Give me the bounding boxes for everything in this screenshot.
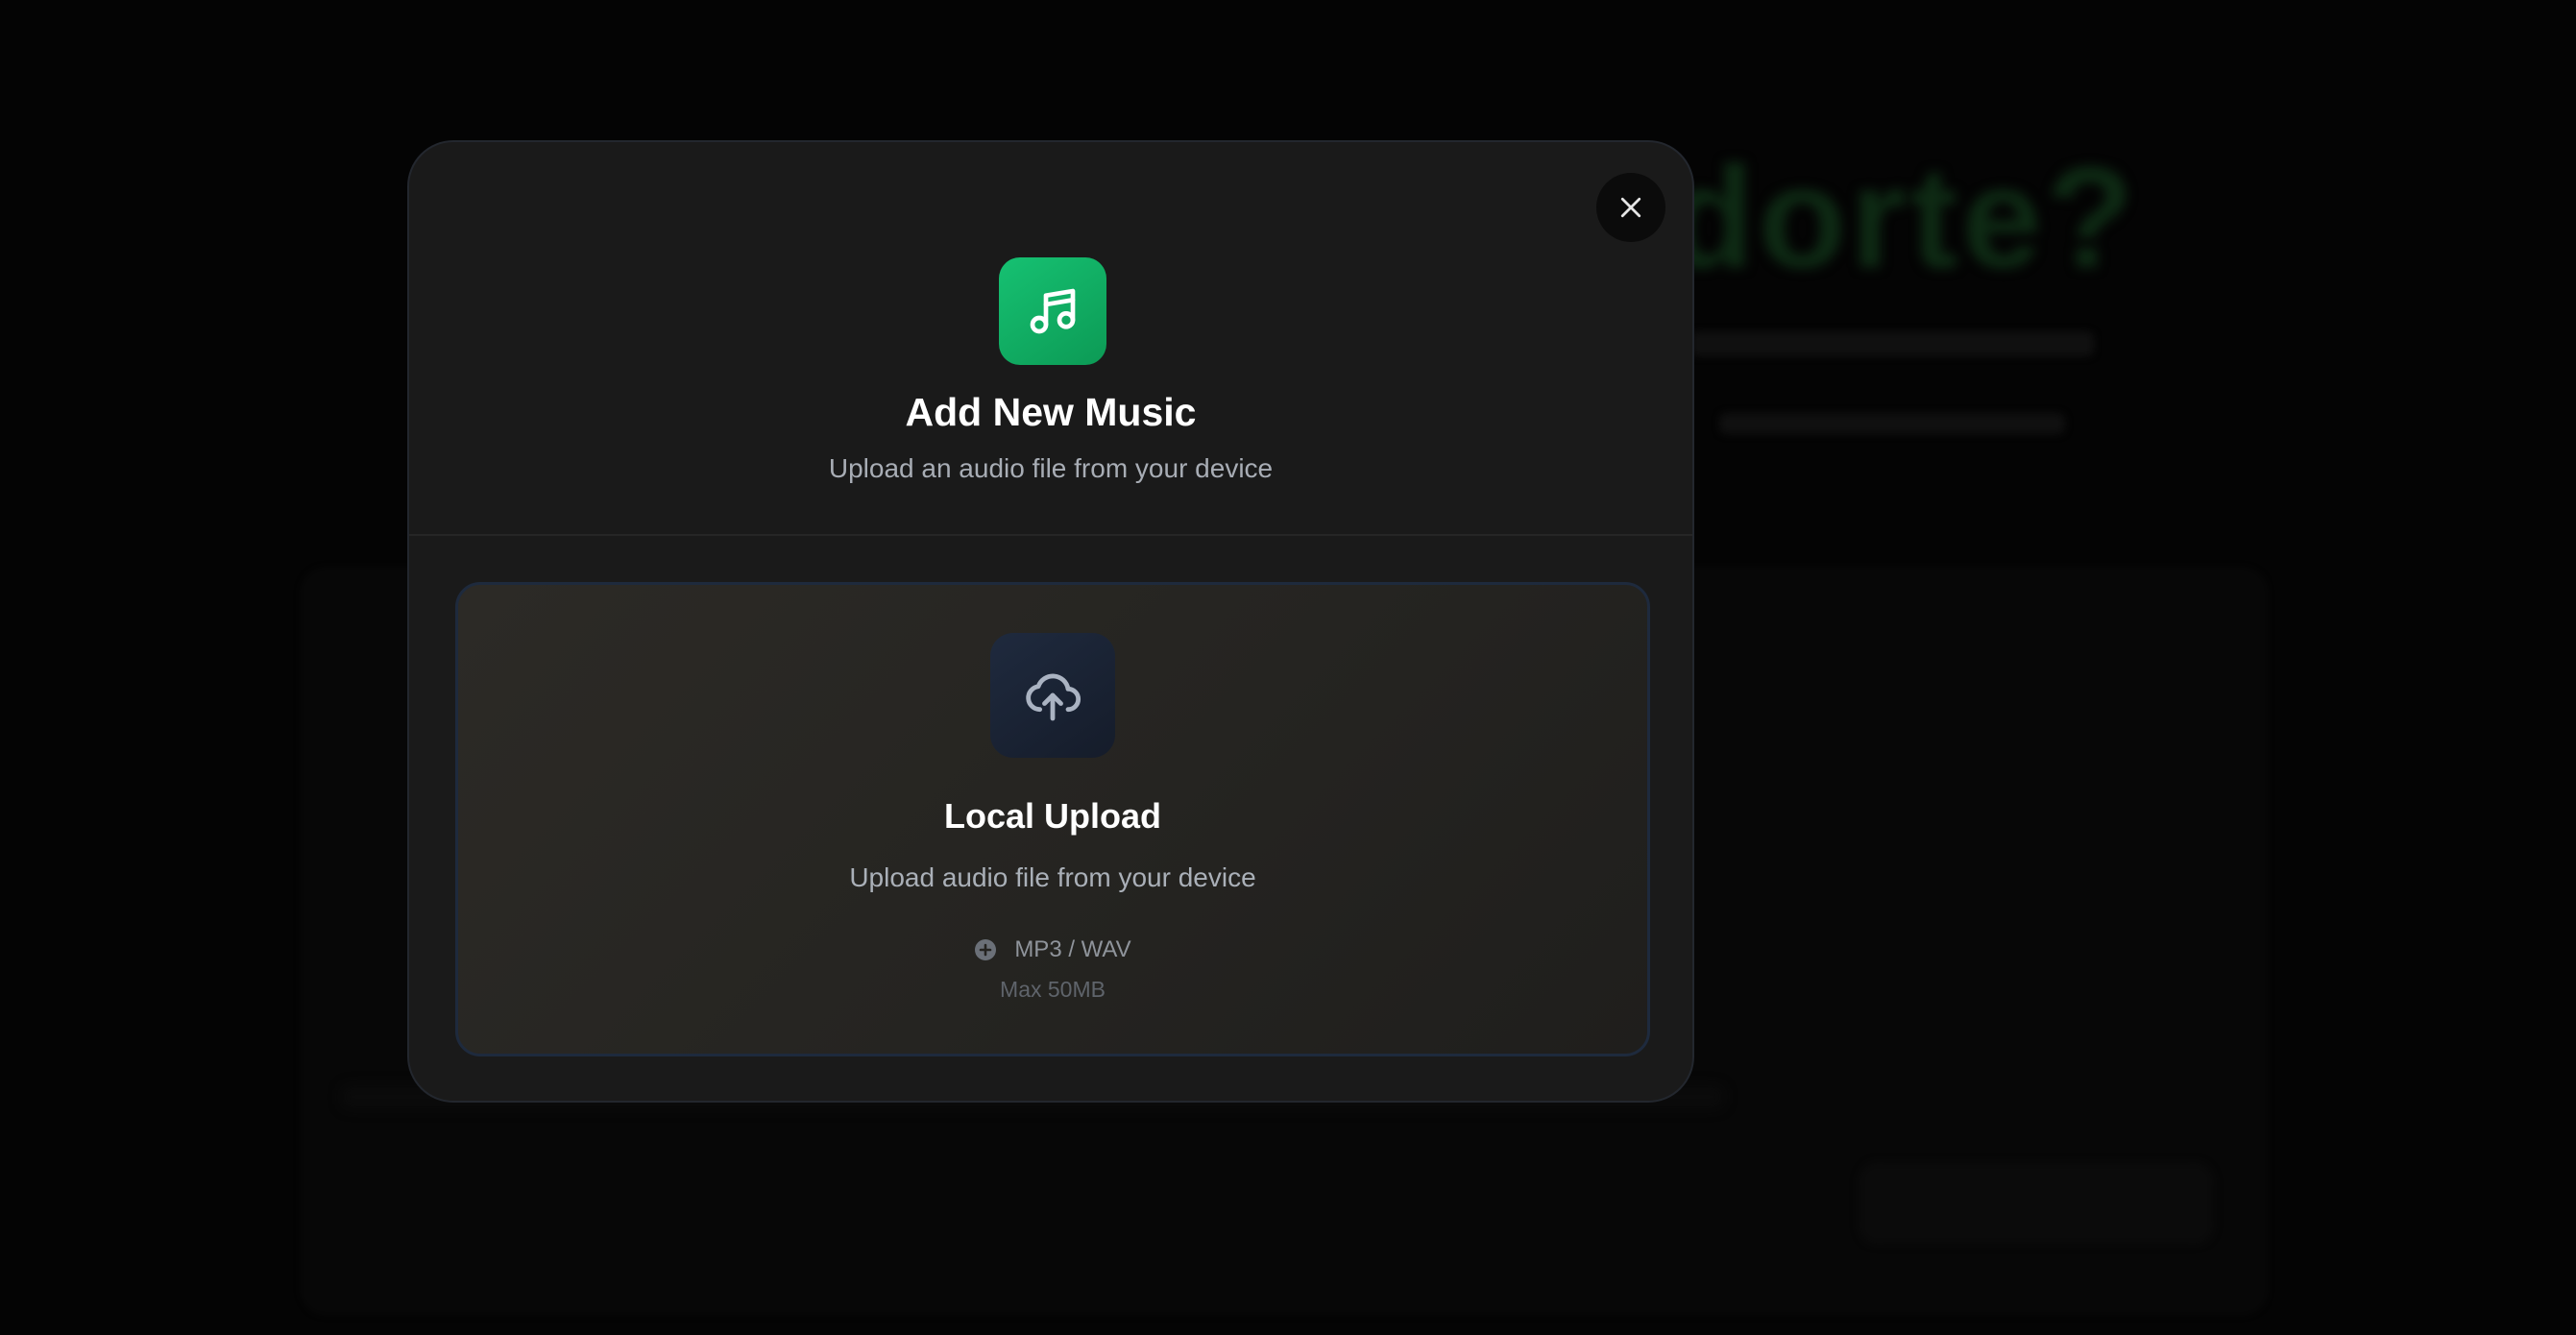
modal-subtitle: Upload an audio file from your device bbox=[828, 453, 1274, 483]
supported-formats: MP3 / WAV bbox=[458, 935, 1647, 964]
cloud-upload-icon bbox=[990, 633, 1115, 758]
close-button[interactable] bbox=[1596, 173, 1665, 242]
background-button bbox=[1859, 1162, 2214, 1245]
upload-option-description: Upload audio file from your device bbox=[849, 862, 1256, 892]
music-note-icon bbox=[999, 257, 1106, 365]
add-music-modal: Add New Music Upload an audio file from … bbox=[407, 140, 1694, 1103]
background-text-blurred bbox=[1690, 331, 2094, 356]
local-upload-card[interactable]: Local Upload Upload audio file from your… bbox=[455, 582, 1650, 1056]
plus-circle-icon bbox=[975, 939, 997, 960]
upload-option-title: Local Upload bbox=[943, 796, 1162, 836]
modal-header: Add New Music Upload an audio file from … bbox=[409, 142, 1692, 536]
modal-title: Add New Music bbox=[905, 390, 1197, 434]
background-heading-blurred: dorte? bbox=[1666, 136, 2138, 298]
max-size-label: Max 50MB bbox=[1000, 977, 1106, 1002]
background-text-blurred bbox=[1719, 413, 2065, 434]
formats-label: MP3 / WAV bbox=[1014, 936, 1131, 962]
close-icon bbox=[1620, 197, 1641, 218]
